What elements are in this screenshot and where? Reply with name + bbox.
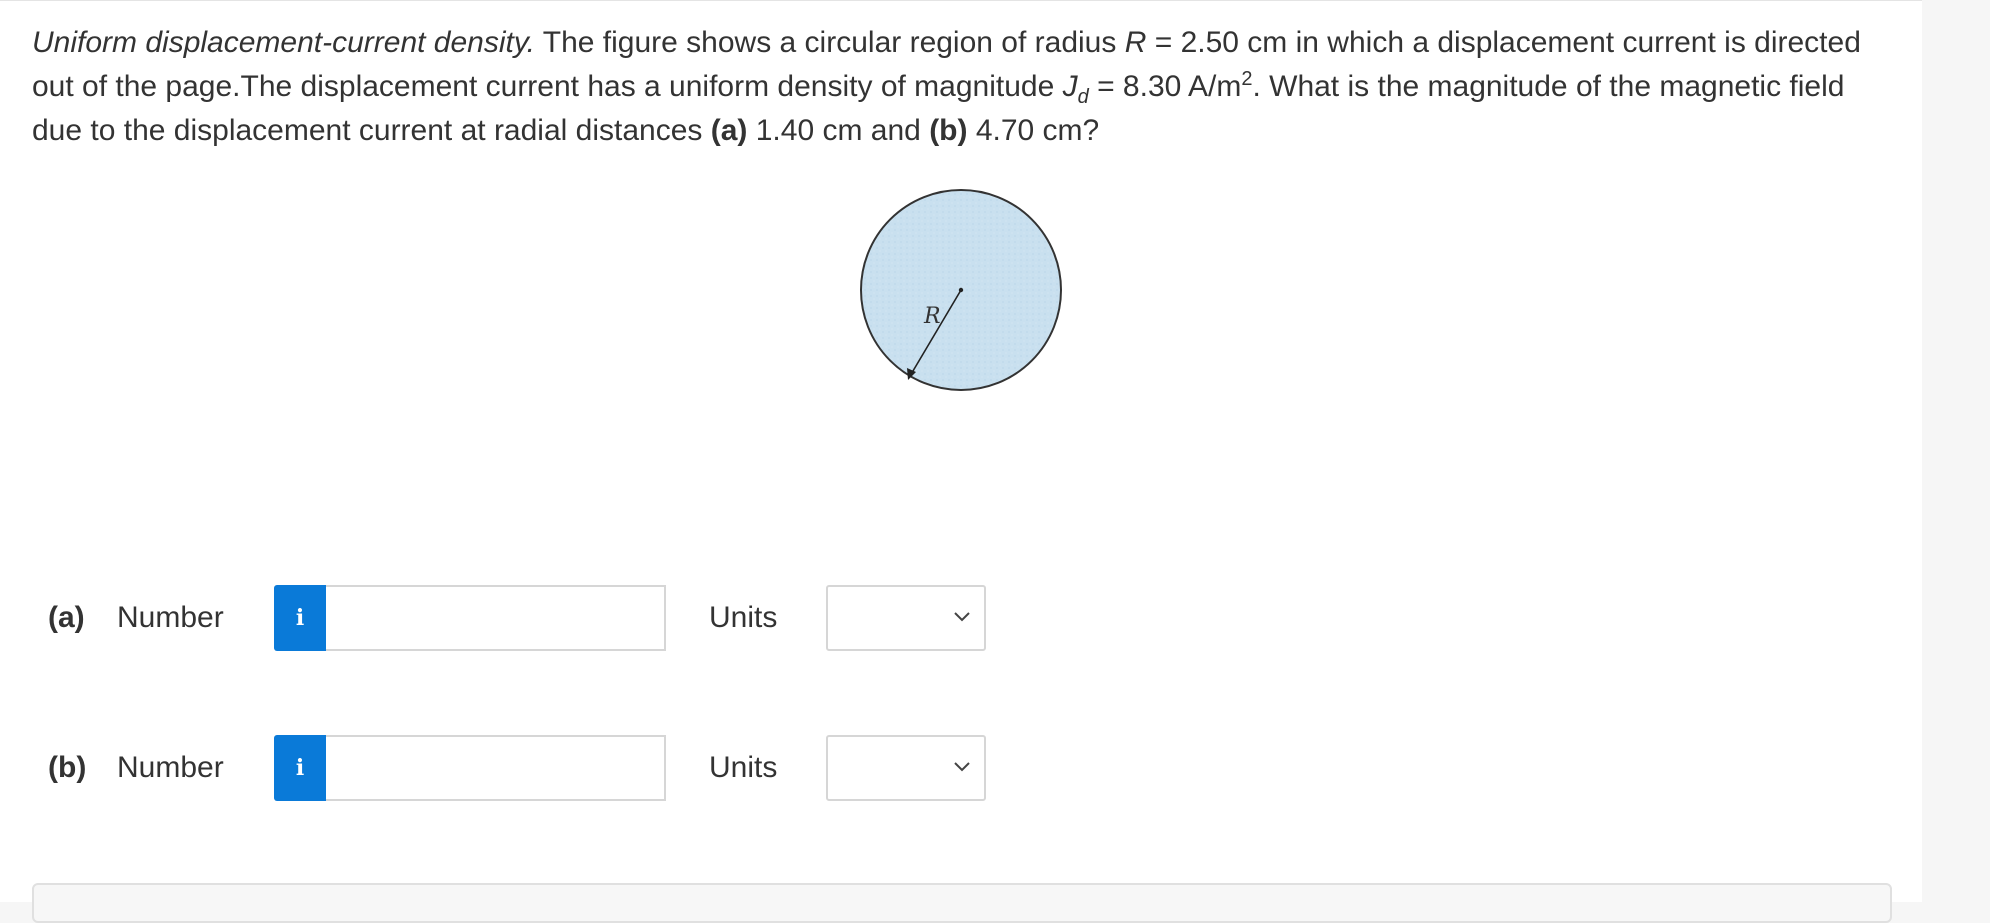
answer-row-b: (b) Number i Units bbox=[0, 735, 1100, 801]
question-text-part: 1.40 cm and bbox=[747, 114, 930, 147]
chevron-down-icon bbox=[954, 612, 970, 622]
question-text-part: = 8.30 A/m bbox=[1088, 70, 1242, 103]
feedback-panel bbox=[32, 883, 1892, 923]
info-icon[interactable]: i bbox=[274, 585, 326, 651]
units-label: Units bbox=[709, 601, 778, 634]
current-density-subscript: d bbox=[1077, 86, 1089, 108]
question-content: Uniform displacement-current density. Th… bbox=[0, 0, 1922, 923]
info-icon[interactable]: i bbox=[274, 735, 326, 801]
center-dot bbox=[958, 287, 964, 293]
number-label: Number bbox=[117, 751, 224, 784]
number-input-b[interactable] bbox=[326, 735, 666, 801]
answer-row-a: (a) Number i Units bbox=[0, 585, 1100, 651]
radius-symbol: R bbox=[1124, 26, 1147, 59]
current-density-symbol: J bbox=[1062, 70, 1078, 103]
units-select-b[interactable] bbox=[826, 735, 986, 801]
chevron-down-icon bbox=[954, 762, 970, 772]
question-text-part: The figure shows a circular region of ra… bbox=[534, 26, 1125, 59]
number-label: Number bbox=[117, 601, 224, 634]
radius-label: R bbox=[923, 304, 941, 329]
number-input-a[interactable] bbox=[326, 585, 666, 651]
units-select-a[interactable] bbox=[826, 585, 986, 651]
unit-exponent: 2 bbox=[1241, 68, 1253, 90]
question-text: Uniform displacement-current density. Th… bbox=[32, 21, 1892, 153]
circular-region-figure: R bbox=[860, 189, 1062, 391]
part-a-tag: (a) bbox=[710, 114, 748, 147]
question-title: Uniform displacement-current density. bbox=[32, 26, 535, 59]
question-text-part: 4.70 cm? bbox=[967, 114, 1100, 147]
part-label: (b) bbox=[48, 751, 87, 784]
units-label: Units bbox=[709, 751, 778, 784]
part-b-tag: (b) bbox=[929, 114, 968, 147]
part-label: (a) bbox=[48, 601, 85, 634]
